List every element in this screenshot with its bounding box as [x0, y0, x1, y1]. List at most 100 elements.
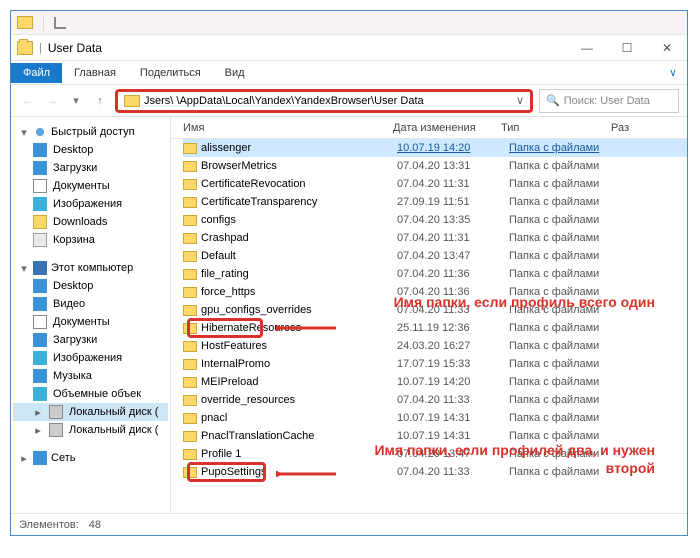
sidebar-item-pictures2[interactable]: Изображения — [13, 349, 168, 367]
sidebar-item-label: Объемные объек — [53, 388, 141, 400]
file-date: 27.09.19 11:51 — [397, 196, 505, 208]
folder-icon — [183, 287, 197, 298]
maximize-button[interactable]: ☐ — [607, 36, 647, 60]
table-row[interactable]: CertificateRevocation07.04.20 11:31Папка… — [183, 175, 687, 193]
table-row[interactable]: HibernateResources25.11.19 12:36Папка с … — [183, 319, 687, 337]
file-name: configs — [201, 214, 393, 226]
address-path: Jsers\ \AppData\Local\Yandex\YandexBrows… — [144, 95, 512, 107]
quick-access-toolbar — [11, 11, 687, 35]
folder-icon — [183, 215, 197, 226]
sidebar-item-pictures[interactable]: Изображения — [13, 195, 168, 213]
ribbon: Файл Главная Поделиться Вид ∨ — [11, 61, 687, 85]
folder-icon — [183, 143, 197, 154]
sidebar-group-label: Сеть — [51, 452, 75, 464]
sidebar-item-disk-d[interactable]: ▸Локальный диск ( — [13, 421, 168, 439]
file-name: pnacl — [201, 412, 393, 424]
minimize-button[interactable]: — — [567, 36, 607, 60]
status-count: 48 — [89, 519, 101, 531]
table-row[interactable]: PupoSettings07.04.20 11:33Папка с файлам… — [183, 463, 687, 481]
table-row[interactable]: Profile 107.04.20 13:47Папка с файлами — [183, 445, 687, 463]
table-row[interactable]: InternalPromo17.07.19 15:33Папка с файла… — [183, 355, 687, 373]
address-bar[interactable]: Jsers\ \AppData\Local\Yandex\YandexBrows… — [115, 89, 533, 113]
sidebar-item-recycle[interactable]: Корзина — [13, 231, 168, 249]
table-row[interactable]: override_resources07.04.20 11:33Папка с … — [183, 391, 687, 409]
folder-icon — [183, 197, 197, 208]
sidebar-item-downloads3[interactable]: Загрузки — [13, 331, 168, 349]
chevron-down-icon[interactable]: ∨ — [516, 94, 524, 107]
file-name: MEIPreload — [201, 376, 393, 388]
nav-forward-button[interactable]: → — [43, 92, 61, 110]
sidebar-item-music[interactable]: Музыка — [13, 367, 168, 385]
tab-view[interactable]: Вид — [213, 63, 257, 83]
table-row[interactable]: CertificateTransparency27.09.19 11:51Пап… — [183, 193, 687, 211]
picture-icon — [33, 351, 47, 365]
table-row[interactable]: pnacl10.07.19 14:31Папка с файлами — [183, 409, 687, 427]
search-placeholder: Поиск: User Data — [564, 95, 650, 107]
table-row[interactable]: BrowserMetrics07.04.20 13:31Папка с файл… — [183, 157, 687, 175]
table-row[interactable]: MEIPreload10.07.19 14:20Папка с файлами — [183, 373, 687, 391]
file-date: 10.07.19 14:31 — [397, 430, 505, 442]
tab-home[interactable]: Главная — [62, 63, 128, 83]
tab-file[interactable]: Файл — [11, 63, 62, 83]
table-row[interactable]: HostFeatures24.03.20 16:27Папка с файлам… — [183, 337, 687, 355]
sidebar-network[interactable]: ▸Сеть — [13, 449, 168, 467]
folder-icon — [17, 16, 33, 29]
title-separator: | — [39, 42, 42, 54]
table-row[interactable]: Crashpad07.04.20 11:31Папка с файлами — [183, 229, 687, 247]
sidebar-item-downloads2[interactable]: Downloads — [13, 213, 168, 231]
sidebar-this-pc[interactable]: ▾Этот компьютер — [13, 259, 168, 277]
file-type: Папка с файлами — [509, 232, 639, 244]
file-date: 25.11.19 12:36 — [397, 322, 505, 334]
status-bar: Элементов: 48 — [11, 513, 687, 535]
folder-icon — [183, 359, 197, 370]
sidebar-item-downloads[interactable]: Загрузки — [13, 159, 168, 177]
folder-icon — [183, 305, 197, 316]
tab-share[interactable]: Поделиться — [128, 63, 213, 83]
navigation-pane[interactable]: ▾Быстрый доступ Desktop Загрузки Докумен… — [11, 117, 171, 513]
checkmark-icon — [54, 17, 66, 29]
nav-recent-button[interactable]: ▾ — [67, 92, 85, 110]
ribbon-toggle-icon[interactable]: ∨ — [659, 66, 687, 79]
sidebar-item-desktop[interactable]: Desktop — [13, 141, 168, 159]
file-type: Папка с файлами — [509, 466, 639, 478]
sidebar-group-label: Быстрый доступ — [51, 126, 135, 138]
file-list-pane: Имя Дата изменения Тип Раз alissenger10.… — [171, 117, 687, 513]
document-icon — [33, 315, 47, 329]
sidebar-item-documents2[interactable]: Документы — [13, 313, 168, 331]
nav-back-button[interactable]: ← — [19, 92, 37, 110]
close-button[interactable]: ✕ — [647, 36, 687, 60]
sidebar-item-disk-c[interactable]: ▸Локальный диск ( — [13, 403, 168, 421]
table-row[interactable]: configs07.04.20 13:35Папка с файлами — [183, 211, 687, 229]
table-row[interactable]: force_https07.04.20 11:36Папка с файлами — [183, 283, 687, 301]
table-row[interactable]: Default07.04.20 13:47Папка с файлами — [183, 247, 687, 265]
file-type: Папка с файлами — [509, 142, 639, 154]
file-name: CertificateTransparency — [201, 196, 393, 208]
file-date: 07.04.20 13:31 — [397, 160, 505, 172]
table-row[interactable]: file_rating07.04.20 11:36Папка с файлами — [183, 265, 687, 283]
folder-icon — [183, 377, 197, 388]
col-type[interactable]: Тип — [501, 122, 611, 134]
sidebar-item-label: Desktop — [53, 280, 93, 292]
table-row[interactable]: alissenger10.07.19 14:20Папка с файлами — [183, 139, 687, 157]
col-date[interactable]: Дата изменения — [393, 122, 501, 134]
file-rows[interactable]: alissenger10.07.19 14:20Папка с файламиB… — [171, 139, 687, 513]
table-row[interactable]: PnaclTranslationCache10.07.19 14:31Папка… — [183, 427, 687, 445]
file-name: CertificateRevocation — [201, 178, 393, 190]
trash-icon — [33, 233, 47, 247]
col-size[interactable]: Раз — [611, 122, 687, 134]
sidebar-quick-access[interactable]: ▾Быстрый доступ — [13, 123, 168, 141]
file-date: 07.04.20 13:47 — [397, 250, 505, 262]
search-icon: 🔍 — [546, 94, 560, 107]
col-name[interactable]: Имя — [183, 122, 393, 134]
sidebar-item-3d[interactable]: Объемные объек — [13, 385, 168, 403]
search-input[interactable]: 🔍 Поиск: User Data — [539, 89, 679, 113]
nav-up-button[interactable]: ↑ — [91, 92, 109, 110]
column-headers: Имя Дата изменения Тип Раз — [171, 117, 687, 139]
sidebar-item-documents[interactable]: Документы — [13, 177, 168, 195]
sidebar-item-label: Корзина — [53, 234, 95, 246]
file-date: 10.07.19 14:20 — [397, 142, 505, 154]
sidebar-item-videos[interactable]: Видео — [13, 295, 168, 313]
sidebar-item-desktop2[interactable]: Desktop — [13, 277, 168, 295]
table-row[interactable]: gpu_configs_overrides07.04.20 11:33Папка… — [183, 301, 687, 319]
file-name: force_https — [201, 286, 393, 298]
